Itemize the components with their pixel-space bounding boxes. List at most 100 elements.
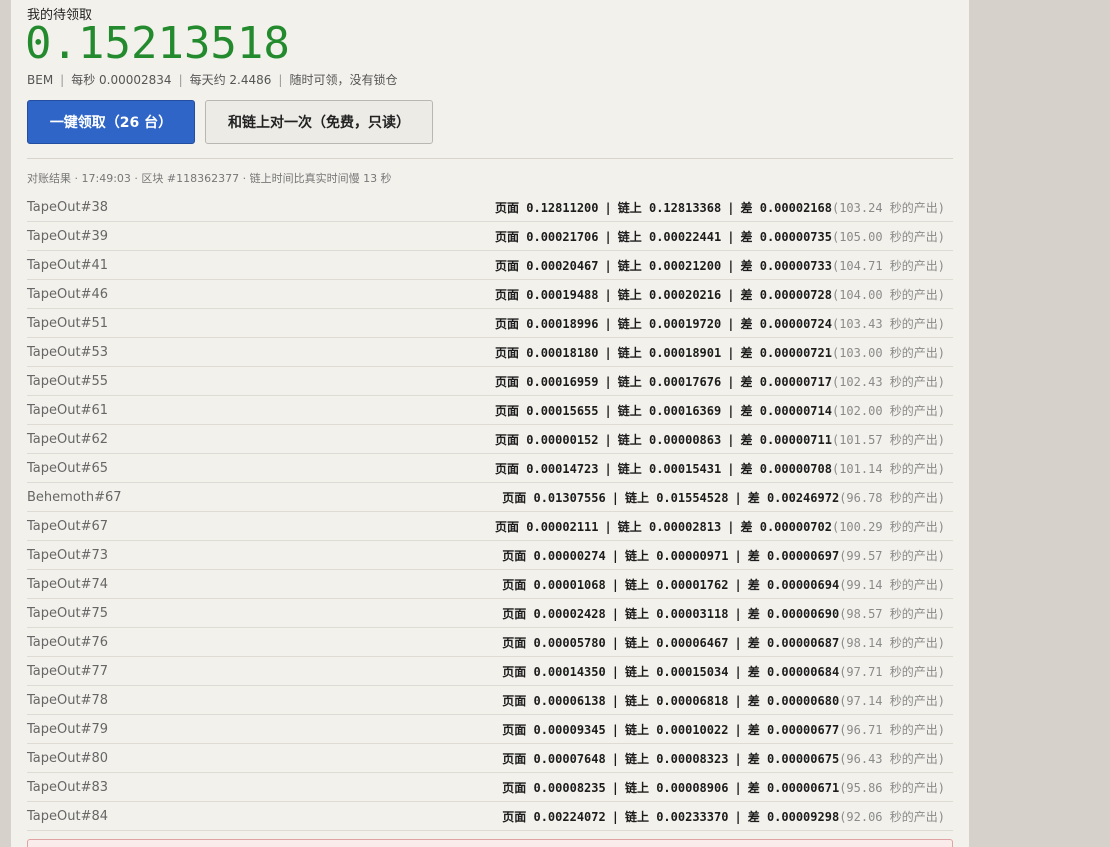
diff-label: 差 xyxy=(747,548,760,563)
page-value: 0.00000274 xyxy=(533,548,606,563)
production-note: (98.14 秒的产出) xyxy=(839,635,945,650)
machine-name: Behemoth#67 xyxy=(27,489,122,505)
diff-value: 0.00246972 xyxy=(766,490,840,505)
diff-label: 差 xyxy=(747,606,760,621)
production-note: (96.43 秒的产出) xyxy=(839,751,945,766)
chain-label: 链上 xyxy=(624,577,649,592)
diff-value: 0.00000687 xyxy=(766,635,840,650)
per-day-rate: 每天约 2.4486 xyxy=(189,73,272,87)
list-item: TapeOut#78 页面 0.00006138 | 链上 0.00006818 | 差 … xyxy=(27,686,953,715)
page-value: 0.00018180 xyxy=(526,345,599,360)
list-item: Behemoth#67 页面 0.01307556 | 链上 0.01554528 | 差… xyxy=(27,483,953,512)
reconcile-values: 页面 0.00224072 | 链上 0.00233370 | 差 0.00009298… xyxy=(502,808,953,825)
page-label: 页面 xyxy=(495,432,520,447)
reconcile-button[interactable]: 和链上对一次（免费，只读） xyxy=(205,100,433,144)
diff-label: 差 xyxy=(747,664,760,679)
chain-label: 链上 xyxy=(624,751,649,766)
list-item: TapeOut#74 页面 0.00001068 | 链上 0.00001762 | 差 … xyxy=(27,570,953,599)
machine-name: TapeOut#38 xyxy=(27,199,109,215)
separator: | xyxy=(611,809,619,824)
production-note: (103.00 秒的产出) xyxy=(831,345,945,360)
page-value: 0.00009345 xyxy=(533,722,606,737)
production-note: (99.57 秒的产出) xyxy=(839,548,945,563)
list-item: TapeOut#46 页面 0.00019488 | 链上 0.00020216 | 差 … xyxy=(27,280,953,309)
list-item: TapeOut#41 页面 0.00020467 | 链上 0.00021200 | 差 … xyxy=(27,251,953,280)
diff-label: 差 xyxy=(747,722,760,737)
list-item: TapeOut#77 页面 0.00014350 | 链上 0.00015034 | 差 … xyxy=(27,657,953,686)
page-value: 0.00015655 xyxy=(526,403,599,418)
chain-label: 链上 xyxy=(624,722,649,737)
reconcile-values: 页面 0.00018180 | 链上 0.00018901 | 差 0.00000721… xyxy=(495,344,953,361)
page-value: 0.00005780 xyxy=(533,635,606,650)
diff-value: 0.00000717 xyxy=(759,374,832,389)
diff-value: 0.00000711 xyxy=(759,432,832,447)
page-value: 0.00008235 xyxy=(533,780,606,795)
chain-label: 链上 xyxy=(617,229,642,244)
separator: | xyxy=(611,577,619,592)
list-item: TapeOut#79 页面 0.00009345 | 链上 0.00010022 | 差 … xyxy=(27,715,953,744)
chain-label: 链上 xyxy=(624,780,649,795)
page-label: 页面 xyxy=(495,374,520,389)
diff-value: 0.00000677 xyxy=(766,722,840,737)
page-value: 0.00002111 xyxy=(526,519,599,534)
page-value: 0.00016959 xyxy=(526,374,599,389)
production-note: (96.78 秒的产出) xyxy=(839,490,945,505)
separator: | xyxy=(727,200,735,215)
page-label: 页面 xyxy=(502,693,527,708)
reconcile-values: 页面 0.00008235 | 链上 0.00008906 | 差 0.00000671… xyxy=(502,779,953,796)
machine-name: TapeOut#51 xyxy=(27,315,109,331)
page-label: 页面 xyxy=(502,635,527,650)
separator: | xyxy=(178,73,183,87)
reconcile-values: 页面 0.00002428 | 链上 0.00003118 | 差 0.00000690… xyxy=(502,605,953,622)
separator: | xyxy=(604,258,612,273)
page-value: 0.00021706 xyxy=(526,229,599,244)
reconcile-values: 页面 0.00000274 | 链上 0.00000971 | 差 0.00000697… xyxy=(502,547,953,564)
claim-all-button[interactable]: 一键领取（26 台） xyxy=(27,100,195,144)
claim-panel: 我的待领取 0.15213518 BEM | 每秒 0.00002834 | 每天约 2… xyxy=(11,0,969,847)
diff-label: 差 xyxy=(747,635,760,650)
pending-amount: 0.15213518 xyxy=(25,18,290,69)
reconcile-values: 页面 0.00014723 | 链上 0.00015431 | 差 0.00000708… xyxy=(495,460,953,477)
diff-value: 0.00002168 xyxy=(759,200,832,215)
list-item: TapeOut#80 页面 0.00007648 | 链上 0.00008323 | 差 … xyxy=(27,744,953,773)
chain-label: 链上 xyxy=(624,635,649,650)
chain-value: 0.00000971 xyxy=(656,548,729,563)
chain-label: 链上 xyxy=(617,461,642,476)
separator: | xyxy=(734,780,742,795)
page-value: 0.00019488 xyxy=(526,287,599,302)
separator: | xyxy=(727,432,735,447)
chain-label: 链上 xyxy=(624,664,649,679)
separator: | xyxy=(734,548,742,563)
production-note: (98.57 秒的产出) xyxy=(839,606,945,621)
page-value: 0.01307556 xyxy=(533,490,606,505)
production-note: (101.57 秒的产出) xyxy=(831,432,945,447)
chain-value: 0.00006818 xyxy=(656,693,729,708)
separator: | xyxy=(604,461,612,476)
separator: | xyxy=(611,635,619,650)
reconcile-values: 页面 0.00001068 | 链上 0.00001762 | 差 0.00000694… xyxy=(502,576,953,593)
chain-label: 链上 xyxy=(624,606,649,621)
diff-label: 差 xyxy=(740,229,753,244)
page-value: 0.00001068 xyxy=(533,577,606,592)
separator: | xyxy=(604,287,612,302)
reconcile-values: 页面 0.00009345 | 链上 0.00010022 | 差 0.00000677… xyxy=(502,721,953,738)
production-note: (103.43 秒的产出) xyxy=(831,316,945,331)
chain-label: 链上 xyxy=(624,548,649,563)
diff-value: 0.00000684 xyxy=(766,664,840,679)
chain-value: 0.00019720 xyxy=(648,316,722,331)
separator: | xyxy=(727,461,735,476)
reconcile-values: 页面 0.01307556 | 链上 0.01554528 | 差 0.00246972… xyxy=(502,489,953,506)
reconcile-values: 页面 0.00007648 | 链上 0.00008323 | 差 0.00000675… xyxy=(502,750,953,767)
diff-value: 0.00000697 xyxy=(766,548,840,563)
list-item: TapeOut#65 页面 0.00014723 | 链上 0.00015431 | 差 … xyxy=(27,454,953,483)
production-note: (102.43 秒的产出) xyxy=(831,374,945,389)
separator: | xyxy=(604,345,612,360)
separator: | xyxy=(611,606,619,621)
machine-name: TapeOut#76 xyxy=(27,634,109,650)
chain-value: 0.00015034 xyxy=(656,664,729,679)
separator: | xyxy=(604,374,612,389)
diff-value: 0.00000675 xyxy=(766,751,840,766)
machine-name: TapeOut#41 xyxy=(27,257,109,273)
page-label: 页面 xyxy=(495,345,520,360)
page-label: 页面 xyxy=(502,780,527,795)
